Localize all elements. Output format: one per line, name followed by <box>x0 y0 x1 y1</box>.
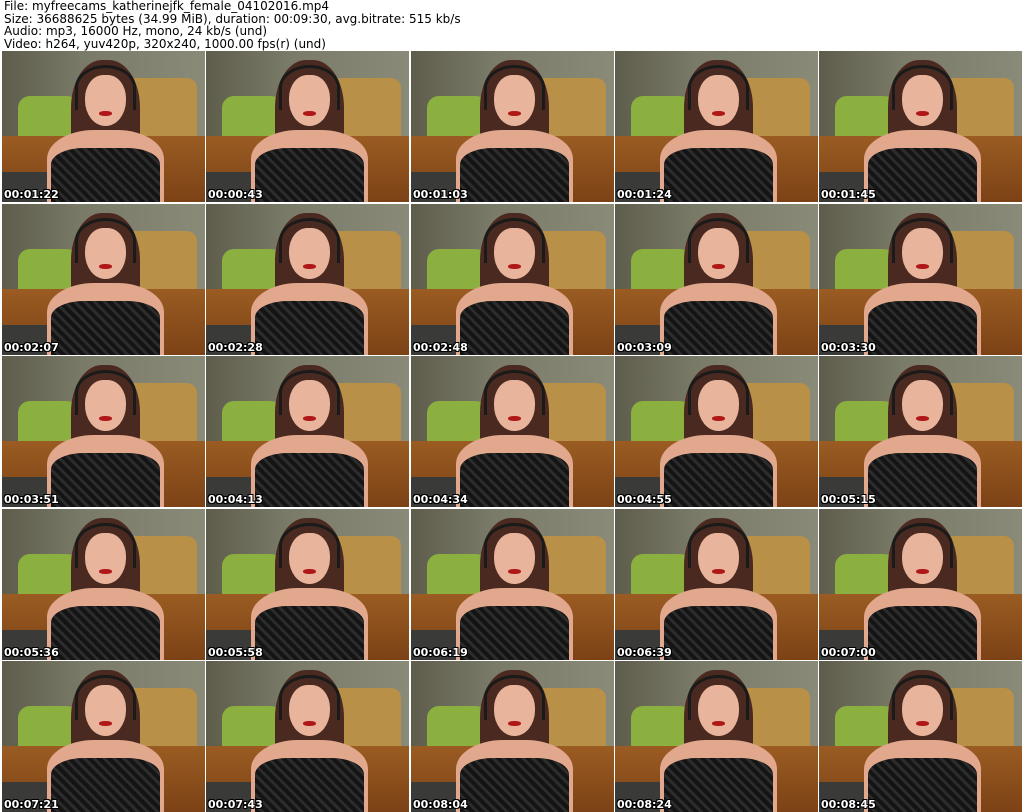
video-thumbnail: 00:07:21 <box>2 661 205 812</box>
video-thumbnail: 00:00:43 <box>206 51 409 202</box>
thumbnail-timestamp: 00:07:00 <box>821 646 876 659</box>
video-thumbnail: 00:08:04 <box>411 661 614 812</box>
video-thumbnail: 00:06:19 <box>411 509 614 660</box>
thumbnail-timestamp: 00:05:58 <box>208 646 263 659</box>
file-name-line: File: myfreecams_katherinejfk_female_041… <box>4 0 330 13</box>
thumbnail-timestamp: 00:08:45 <box>821 798 876 811</box>
thumbnail-timestamp: 00:03:09 <box>617 341 672 354</box>
thumbnail-timestamp: 00:08:24 <box>617 798 672 811</box>
video-thumbnail: 00:02:07 <box>2 204 205 355</box>
video-line: Video: h264, yuv420p, 320x240, 1000.00 f… <box>4 36 326 51</box>
video-thumbnail: 00:01:24 <box>615 51 818 202</box>
thumbnail-timestamp: 00:03:51 <box>4 493 59 506</box>
thumbnail-timestamp: 00:01:03 <box>413 188 468 201</box>
thumbnail-timestamp: 00:02:07 <box>4 341 59 354</box>
video-thumbnail: 00:06:39 <box>615 509 818 660</box>
thumbnail-timestamp: 00:02:48 <box>413 341 468 354</box>
video-thumbnail: 00:02:28 <box>206 204 409 355</box>
thumbnail-timestamp: 00:08:04 <box>413 798 468 811</box>
video-thumbnail: 00:05:15 <box>819 356 1022 507</box>
video-thumbnail: 00:05:36 <box>2 509 205 660</box>
thumbnail-timestamp: 00:07:43 <box>208 798 263 811</box>
video-thumbnail: 00:08:24 <box>615 661 818 812</box>
audio-line: Audio: mp3, 16000 Hz, mono, 24 kb/s (und… <box>4 24 268 38</box>
video-thumbnail: 00:04:34 <box>411 356 614 507</box>
thumbnail-timestamp: 00:05:36 <box>4 646 59 659</box>
thumbnail-timestamp: 00:02:28 <box>208 341 263 354</box>
thumbnail-timestamp: 00:06:19 <box>413 646 468 659</box>
thumbnail-timestamp: 00:04:13 <box>208 493 263 506</box>
media-info-header: File: myfreecams_katherinejfk_female_041… <box>4 0 1020 50</box>
video-thumbnail: 00:03:51 <box>2 356 205 507</box>
thumbnail-timestamp: 00:01:22 <box>4 188 59 201</box>
thumbnail-timestamp: 00:05:15 <box>821 493 876 506</box>
video-thumbnail: 00:01:03 <box>411 51 614 202</box>
thumbnail-timestamp: 00:07:21 <box>4 798 59 811</box>
thumbnail-timestamp: 00:04:34 <box>413 493 468 506</box>
thumbnail-timestamp: 00:06:39 <box>617 646 672 659</box>
video-thumbnail: 00:01:22 <box>2 51 205 202</box>
thumbnail-grid: 00:01:22 00:00:43 00:01:03 00:01:24 00:01:45… <box>0 50 1024 812</box>
video-thumbnail: 00:08:45 <box>819 661 1022 812</box>
video-thumbnail: 00:03:30 <box>819 204 1022 355</box>
video-thumbnail: 00:04:55 <box>615 356 818 507</box>
video-thumbnail: 00:05:58 <box>206 509 409 660</box>
video-thumbnail: 00:07:43 <box>206 661 409 812</box>
thumbnail-timestamp: 00:00:43 <box>208 188 263 201</box>
video-thumbnail: 00:07:00 <box>819 509 1022 660</box>
video-thumbnail: 00:02:48 <box>411 204 614 355</box>
thumbnail-timestamp: 00:01:24 <box>617 188 672 201</box>
thumbnail-timestamp: 00:04:55 <box>617 493 672 506</box>
thumbnail-timestamp: 00:01:45 <box>821 188 876 201</box>
video-thumbnail: 00:03:09 <box>615 204 818 355</box>
video-thumbnail: 00:01:45 <box>819 51 1022 202</box>
video-thumbnail: 00:04:13 <box>206 356 409 507</box>
thumbnail-timestamp: 00:03:30 <box>821 341 876 354</box>
